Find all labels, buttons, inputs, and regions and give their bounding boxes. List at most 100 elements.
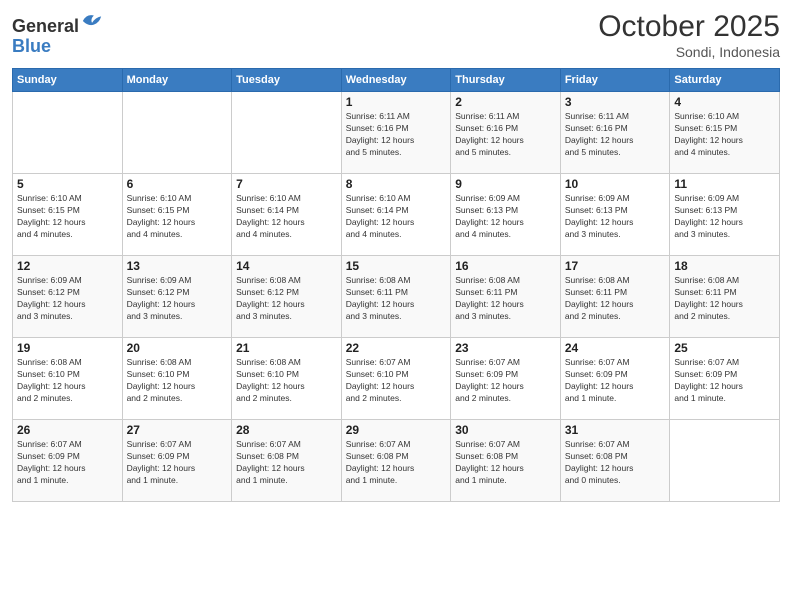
calendar-cell: 13Sunrise: 6:09 AM Sunset: 6:12 PM Dayli… xyxy=(122,256,232,338)
calendar-cell: 7 Sunrise: 6:10 AM Sunset: 6:14 PM Daylig… xyxy=(232,174,342,256)
day-number: 26 xyxy=(17,423,118,437)
day-info: Sunrise: 6:08 AM Sunset: 6:11 PM Dayligh… xyxy=(565,275,666,323)
day-info: Sunrise: 6:07 AM Sunset: 6:08 PM Dayligh… xyxy=(455,439,556,487)
header-sunday: Sunday xyxy=(13,69,123,92)
day-info: Sunrise: 6:07 AM Sunset: 6:09 PM Dayligh… xyxy=(17,439,118,487)
day-info: Sunrise: 6:07 AM Sunset: 6:09 PM Dayligh… xyxy=(674,357,775,405)
calendar-cell: 14 Sunrise: 6:08 AM Sunset: 6:12 PM Dayli… xyxy=(232,256,342,338)
calendar-cell: 20 Sunrise: 6:08 AM Sunset: 6:10 PM Dayli… xyxy=(122,338,232,420)
day-number: 3 xyxy=(565,95,666,109)
page-header: General Blue October 2025 Sondi, Indones… xyxy=(12,10,780,60)
calendar-week-row: 1 Sunrise: 6:11 AM Sunset: 6:16 PM Daylig… xyxy=(13,92,780,174)
day-info: Sunrise: 6:08 AM Sunset: 6:11 PM Dayligh… xyxy=(455,275,556,323)
calendar-cell: 6 Sunrise: 6:10 AM Sunset: 6:15 PM Daylig… xyxy=(122,174,232,256)
day-number: 27 xyxy=(127,423,228,437)
logo: General Blue xyxy=(12,10,103,57)
day-info: Sunrise: 6:11 AM Sunset: 6:16 PM Dayligh… xyxy=(455,111,556,159)
calendar-cell: 21 Sunrise: 6:08 AM Sunset: 6:10 PM Dayli… xyxy=(232,338,342,420)
header-thursday: Thursday xyxy=(451,69,561,92)
day-number: 14 xyxy=(236,259,337,273)
calendar-week-row: 12Sunrise: 6:09 AM Sunset: 6:12 PM Dayli… xyxy=(13,256,780,338)
day-number: 1 xyxy=(346,95,447,109)
day-number: 9 xyxy=(455,177,556,191)
day-number: 2 xyxy=(455,95,556,109)
header-friday: Friday xyxy=(560,69,670,92)
day-info: Sunrise: 6:09 AM Sunset: 6:13 PM Dayligh… xyxy=(565,193,666,241)
calendar-cell: 17 Sunrise: 6:08 AM Sunset: 6:11 PM Dayli… xyxy=(560,256,670,338)
day-info: Sunrise: 6:08 AM Sunset: 6:10 PM Dayligh… xyxy=(127,357,228,405)
calendar-cell: 16 Sunrise: 6:08 AM Sunset: 6:11 PM Dayli… xyxy=(451,256,561,338)
month-title: October 2025 xyxy=(598,10,780,44)
day-number: 10 xyxy=(565,177,666,191)
day-number: 13 xyxy=(127,259,228,273)
calendar-cell: 28Sunrise: 6:07 AM Sunset: 6:08 PM Dayli… xyxy=(232,420,342,502)
logo-blue-text: Blue xyxy=(12,36,51,56)
day-number: 16 xyxy=(455,259,556,273)
day-info: Sunrise: 6:10 AM Sunset: 6:14 PM Dayligh… xyxy=(236,193,337,241)
day-number: 7 xyxy=(236,177,337,191)
calendar-cell: 12Sunrise: 6:09 AM Sunset: 6:12 PM Dayli… xyxy=(13,256,123,338)
calendar-cell: 19 Sunrise: 6:08 AM Sunset: 6:10 PM Dayli… xyxy=(13,338,123,420)
day-info: Sunrise: 6:07 AM Sunset: 6:10 PM Dayligh… xyxy=(346,357,447,405)
calendar-week-row: 5Sunrise: 6:10 AM Sunset: 6:15 PM Daylig… xyxy=(13,174,780,256)
calendar-cell: 4Sunrise: 6:10 AM Sunset: 6:15 PM Daylig… xyxy=(670,92,780,174)
day-info: Sunrise: 6:10 AM Sunset: 6:14 PM Dayligh… xyxy=(346,193,447,241)
weekday-header-row: Sunday Monday Tuesday Wednesday Thursday… xyxy=(13,69,780,92)
calendar-cell: 9 Sunrise: 6:09 AM Sunset: 6:13 PM Daylig… xyxy=(451,174,561,256)
header-wednesday: Wednesday xyxy=(341,69,451,92)
day-info: Sunrise: 6:08 AM Sunset: 6:10 PM Dayligh… xyxy=(236,357,337,405)
calendar-cell: 3 Sunrise: 6:11 AM Sunset: 6:16 PM Daylig… xyxy=(560,92,670,174)
calendar-cell: 22Sunrise: 6:07 AM Sunset: 6:10 PM Dayli… xyxy=(341,338,451,420)
day-number: 30 xyxy=(455,423,556,437)
calendar-cell xyxy=(232,92,342,174)
header-monday: Monday xyxy=(122,69,232,92)
calendar-cell: 24Sunrise: 6:07 AM Sunset: 6:09 PM Dayli… xyxy=(560,338,670,420)
calendar-cell: 1Sunrise: 6:11 AM Sunset: 6:16 PM Daylig… xyxy=(341,92,451,174)
calendar-cell: 27Sunrise: 6:07 AM Sunset: 6:09 PM Dayli… xyxy=(122,420,232,502)
calendar-cell: 8 Sunrise: 6:10 AM Sunset: 6:14 PM Daylig… xyxy=(341,174,451,256)
day-info: Sunrise: 6:11 AM Sunset: 6:16 PM Dayligh… xyxy=(565,111,666,159)
logo-general-text: General xyxy=(12,16,79,36)
calendar-cell: 2 Sunrise: 6:11 AM Sunset: 6:16 PM Daylig… xyxy=(451,92,561,174)
day-number: 21 xyxy=(236,341,337,355)
day-number: 11 xyxy=(674,177,775,191)
calendar-cell: 29 Sunrise: 6:07 AM Sunset: 6:08 PM Dayli… xyxy=(341,420,451,502)
calendar-week-row: 19 Sunrise: 6:08 AM Sunset: 6:10 PM Dayli… xyxy=(13,338,780,420)
title-block: October 2025 Sondi, Indonesia xyxy=(598,10,780,60)
calendar-cell: 25 Sunrise: 6:07 AM Sunset: 6:09 PM Dayli… xyxy=(670,338,780,420)
calendar-cell xyxy=(13,92,123,174)
day-info: Sunrise: 6:08 AM Sunset: 6:10 PM Dayligh… xyxy=(17,357,118,405)
calendar-cell: 18 Sunrise: 6:08 AM Sunset: 6:11 PM Dayli… xyxy=(670,256,780,338)
logo-bird-icon xyxy=(81,10,103,32)
calendar-cell: 23Sunrise: 6:07 AM Sunset: 6:09 PM Dayli… xyxy=(451,338,561,420)
calendar-week-row: 26 Sunrise: 6:07 AM Sunset: 6:09 PM Dayli… xyxy=(13,420,780,502)
day-number: 31 xyxy=(565,423,666,437)
day-number: 4 xyxy=(674,95,775,109)
day-number: 18 xyxy=(674,259,775,273)
day-info: Sunrise: 6:09 AM Sunset: 6:13 PM Dayligh… xyxy=(674,193,775,241)
day-number: 12 xyxy=(17,259,118,273)
day-info: Sunrise: 6:08 AM Sunset: 6:11 PM Dayligh… xyxy=(674,275,775,323)
day-number: 20 xyxy=(127,341,228,355)
day-number: 19 xyxy=(17,341,118,355)
location-subtitle: Sondi, Indonesia xyxy=(598,44,780,60)
day-info: Sunrise: 6:07 AM Sunset: 6:08 PM Dayligh… xyxy=(565,439,666,487)
calendar-cell: 30 Sunrise: 6:07 AM Sunset: 6:08 PM Dayli… xyxy=(451,420,561,502)
day-info: Sunrise: 6:07 AM Sunset: 6:08 PM Dayligh… xyxy=(346,439,447,487)
day-info: Sunrise: 6:08 AM Sunset: 6:12 PM Dayligh… xyxy=(236,275,337,323)
calendar-cell: 26 Sunrise: 6:07 AM Sunset: 6:09 PM Dayli… xyxy=(13,420,123,502)
day-number: 25 xyxy=(674,341,775,355)
day-number: 29 xyxy=(346,423,447,437)
day-info: Sunrise: 6:09 AM Sunset: 6:13 PM Dayligh… xyxy=(455,193,556,241)
header-saturday: Saturday xyxy=(670,69,780,92)
calendar-table: Sunday Monday Tuesday Wednesday Thursday… xyxy=(12,68,780,502)
day-info: Sunrise: 6:10 AM Sunset: 6:15 PM Dayligh… xyxy=(127,193,228,241)
header-tuesday: Tuesday xyxy=(232,69,342,92)
day-info: Sunrise: 6:10 AM Sunset: 6:15 PM Dayligh… xyxy=(17,193,118,241)
calendar-cell: 10 Sunrise: 6:09 AM Sunset: 6:13 PM Dayli… xyxy=(560,174,670,256)
page-container: General Blue October 2025 Sondi, Indones… xyxy=(0,0,792,612)
day-number: 8 xyxy=(346,177,447,191)
day-number: 17 xyxy=(565,259,666,273)
day-number: 6 xyxy=(127,177,228,191)
calendar-cell xyxy=(122,92,232,174)
